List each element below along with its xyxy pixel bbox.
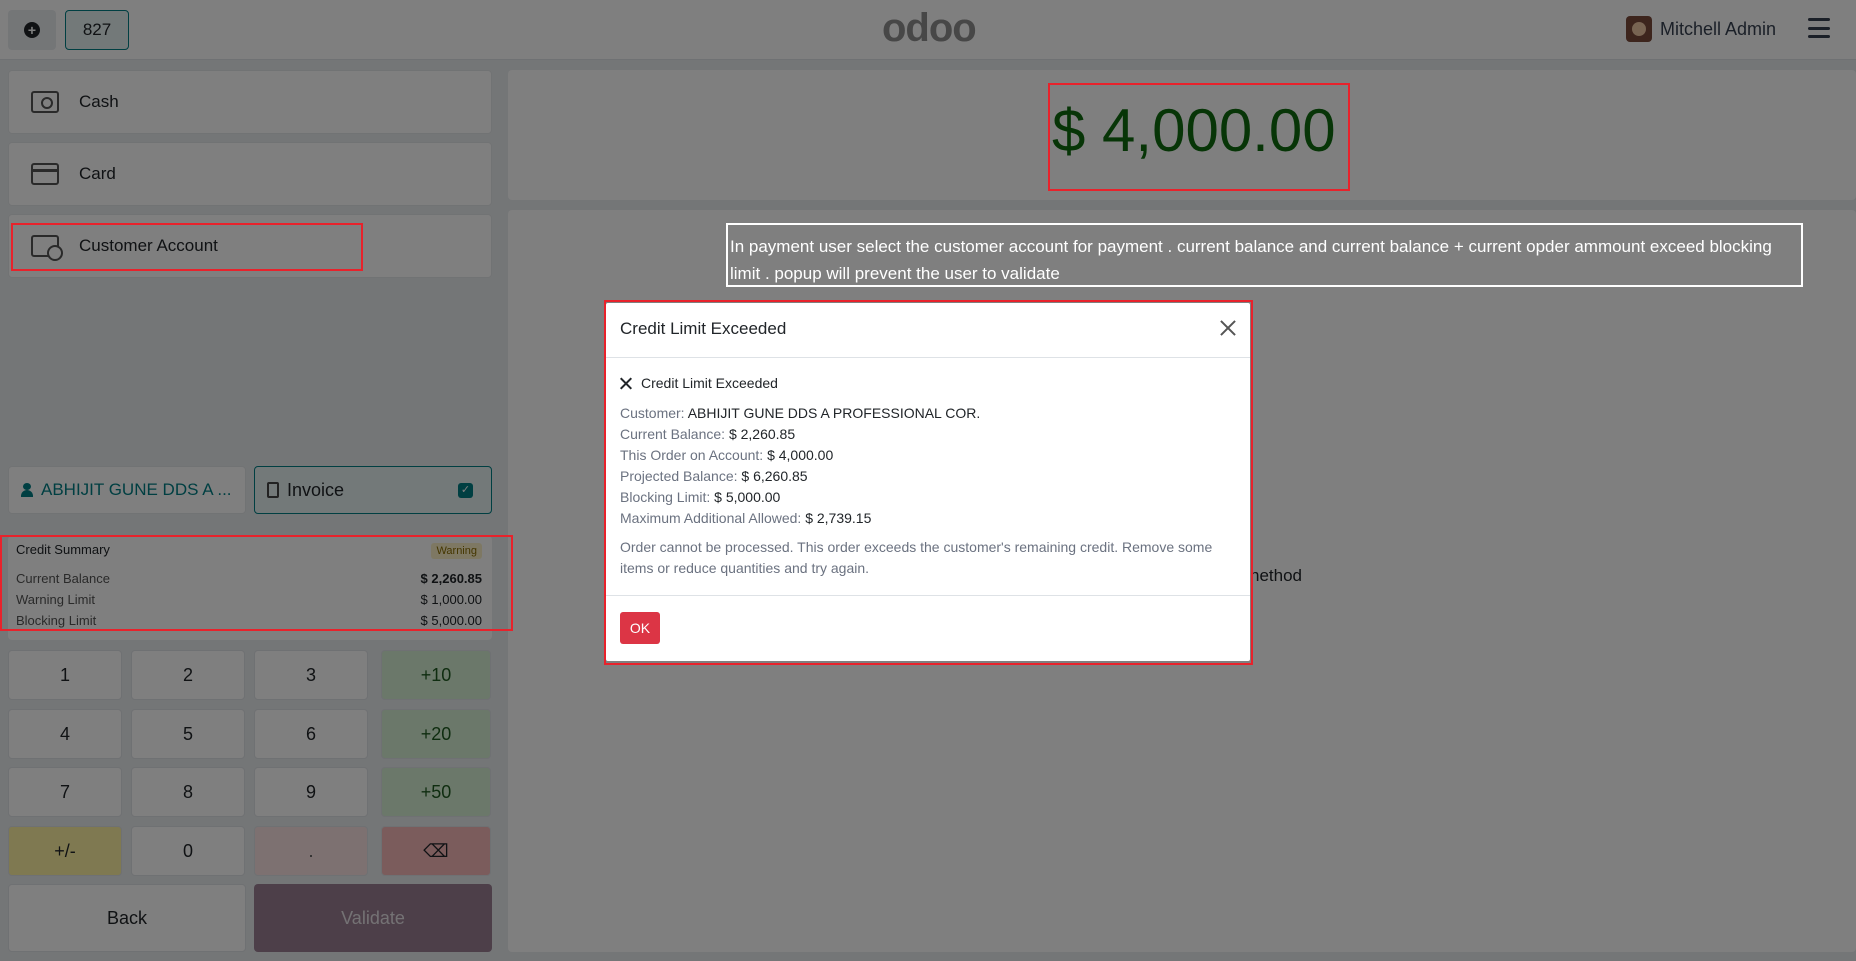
annotation-box-amount — [1048, 83, 1350, 191]
annotation-box-customer-account — [11, 223, 363, 271]
annotation-box-credit-summary — [0, 535, 513, 631]
annotation-box-modal — [604, 300, 1253, 665]
annotation-note: In payment user select the customer acco… — [726, 223, 1803, 287]
